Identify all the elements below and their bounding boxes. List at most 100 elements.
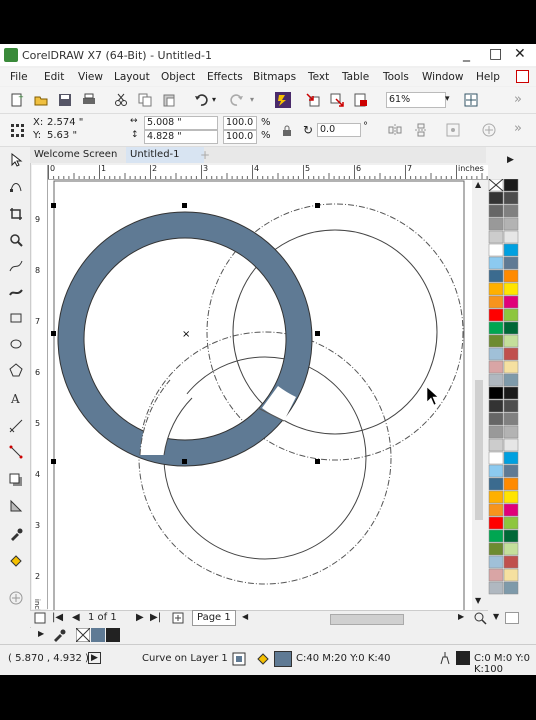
palette-swatch[interactable] — [488, 464, 504, 478]
parallel-dimension-tool-icon[interactable] — [9, 419, 23, 433]
interactive-fill-tool-icon[interactable] — [9, 553, 23, 567]
palette-swatch[interactable] — [503, 243, 519, 257]
palette-swatch[interactable] — [488, 412, 504, 426]
palette-swatch[interactable] — [503, 308, 519, 322]
color-proof-icon[interactable] — [232, 652, 246, 666]
color-eyedropper-icon[interactable] — [9, 527, 23, 541]
palette-swatch[interactable] — [488, 347, 504, 361]
zoom-tool-icon[interactable] — [9, 233, 23, 247]
palette-swatch[interactable] — [503, 373, 519, 387]
add-tool-icon[interactable] — [9, 591, 23, 605]
scale-height-field[interactable]: 100.0 — [223, 130, 257, 144]
palette-swatch[interactable] — [488, 581, 504, 595]
menu-help[interactable]: Help — [476, 71, 500, 83]
palette-swatch[interactable] — [503, 555, 519, 569]
palette-scroll-down-icon[interactable]: ▼ — [493, 612, 499, 621]
palette-swatch[interactable] — [488, 438, 504, 452]
menu-text[interactable]: Text — [308, 71, 329, 83]
export-icon[interactable] — [330, 93, 344, 107]
doc-palette-eyedropper-icon[interactable] — [52, 628, 66, 642]
pick-tool-icon[interactable] — [9, 153, 23, 167]
toolbar-overflow-icon[interactable]: » — [514, 92, 522, 107]
vertical-ruler[interactable]: 9 8 7 6 5 4 3 2 inches — [32, 179, 48, 622]
palette-swatch[interactable] — [488, 269, 504, 283]
x-position-field[interactable]: 2.574 " — [47, 117, 83, 128]
shape-tool-icon[interactable] — [9, 179, 23, 193]
doc-swatch-black[interactable] — [106, 628, 120, 642]
horizontal-scroll-thumb[interactable] — [330, 614, 404, 625]
palette-swatch[interactable] — [488, 477, 504, 491]
rotation-angle-field[interactable]: 0.0 — [317, 123, 361, 137]
ellipse-tool-icon[interactable] — [9, 337, 23, 351]
palette-swatch[interactable] — [503, 477, 519, 491]
save-icon[interactable] — [58, 93, 72, 107]
doc-palette-arrow-icon[interactable]: ▶ — [38, 629, 44, 638]
palette-swatch[interactable] — [503, 321, 519, 335]
palette-swatch[interactable] — [503, 516, 519, 530]
artistic-media-tool-icon[interactable] — [9, 285, 23, 299]
palette-swatch[interactable] — [488, 503, 504, 517]
undo-dropdown-icon[interactable]: ▾ — [212, 95, 216, 104]
palette-swatch[interactable] — [488, 282, 504, 296]
palette-swatch[interactable] — [488, 542, 504, 556]
palette-swatch[interactable] — [503, 295, 519, 309]
search-content-icon[interactable] — [275, 92, 291, 108]
palette-swatch[interactable] — [488, 386, 504, 400]
palette-swatch[interactable] — [488, 490, 504, 504]
open-folder-icon[interactable] — [34, 93, 48, 107]
prev-page-icon[interactable]: ◀ — [72, 612, 80, 623]
h-scroll-left-icon[interactable]: ◀ — [242, 612, 248, 621]
outline-pen-icon[interactable] — [438, 651, 452, 665]
mirror-horizontal-icon[interactable] — [388, 123, 402, 137]
palette-swatch[interactable] — [503, 464, 519, 478]
next-page-icon[interactable]: ▶ — [136, 612, 144, 623]
palette-swatch[interactable] — [503, 217, 519, 231]
no-color-swatch[interactable] — [76, 628, 90, 642]
menu-view[interactable]: View — [78, 71, 103, 83]
last-page-icon[interactable]: ▶| — [150, 612, 161, 623]
object-origin-icon[interactable] — [10, 123, 24, 137]
quick-zoom-icon[interactable] — [473, 611, 487, 625]
add-preset-icon[interactable] — [482, 123, 496, 137]
scale-width-field[interactable]: 100.0 — [223, 116, 257, 130]
palette-scroll-up-icon[interactable]: ▶ — [507, 155, 514, 165]
palette-swatch[interactable] — [488, 399, 504, 413]
palette-swatch[interactable] — [503, 542, 519, 556]
palette-swatch[interactable] — [488, 256, 504, 270]
palette-swatch[interactable] — [503, 412, 519, 426]
new-document-icon[interactable]: + — [10, 93, 24, 107]
menu-bitmaps[interactable]: Bitmaps — [253, 71, 296, 83]
zoom-dropdown-icon[interactable]: ▾ — [445, 94, 450, 104]
palette-swatch[interactable] — [503, 438, 519, 452]
palette-swatch[interactable] — [488, 308, 504, 322]
property-overflow-icon[interactable]: » — [514, 121, 522, 136]
width-field[interactable]: 5.008 " — [144, 116, 218, 130]
palette-swatch[interactable] — [503, 230, 519, 244]
text-tool-icon[interactable]: A — [9, 391, 23, 405]
palette-swatch[interactable] — [503, 256, 519, 270]
print-icon[interactable] — [82, 93, 96, 107]
palette-swatch[interactable] — [503, 360, 519, 374]
palette-swatch[interactable] — [488, 373, 504, 387]
maximize-button[interactable]: □ — [489, 46, 502, 62]
minimize-button[interactable]: _ — [463, 46, 470, 62]
add-tab-icon[interactable]: + — [200, 148, 210, 162]
palette-swatch[interactable] — [488, 243, 504, 257]
redo-icon[interactable] — [230, 93, 244, 107]
lock-ratio-icon[interactable] — [280, 124, 294, 138]
palette-swatch[interactable] — [488, 230, 504, 244]
palette-swatch[interactable] — [488, 295, 504, 309]
vertical-scroll-thumb[interactable] — [475, 380, 483, 520]
doc-navigator-icon[interactable] — [34, 612, 46, 624]
fill-bucket-icon[interactable] — [256, 652, 270, 666]
menu-object[interactable]: Object — [161, 71, 195, 83]
freehand-tool-icon[interactable] — [9, 259, 23, 273]
palette-swatch[interactable] — [488, 360, 504, 374]
scroll-down-icon[interactable]: ▼ — [475, 596, 481, 605]
full-screen-preview-icon[interactable] — [464, 93, 478, 107]
palette-swatch[interactable] — [488, 516, 504, 530]
doc-swatch-blue-gray[interactable] — [91, 628, 105, 642]
palette-swatch[interactable] — [503, 490, 519, 504]
menu-table[interactable]: Table — [342, 71, 369, 83]
horizontal-ruler[interactable]: 0 1 2 3 4 5 6 7 inches — [48, 164, 493, 180]
